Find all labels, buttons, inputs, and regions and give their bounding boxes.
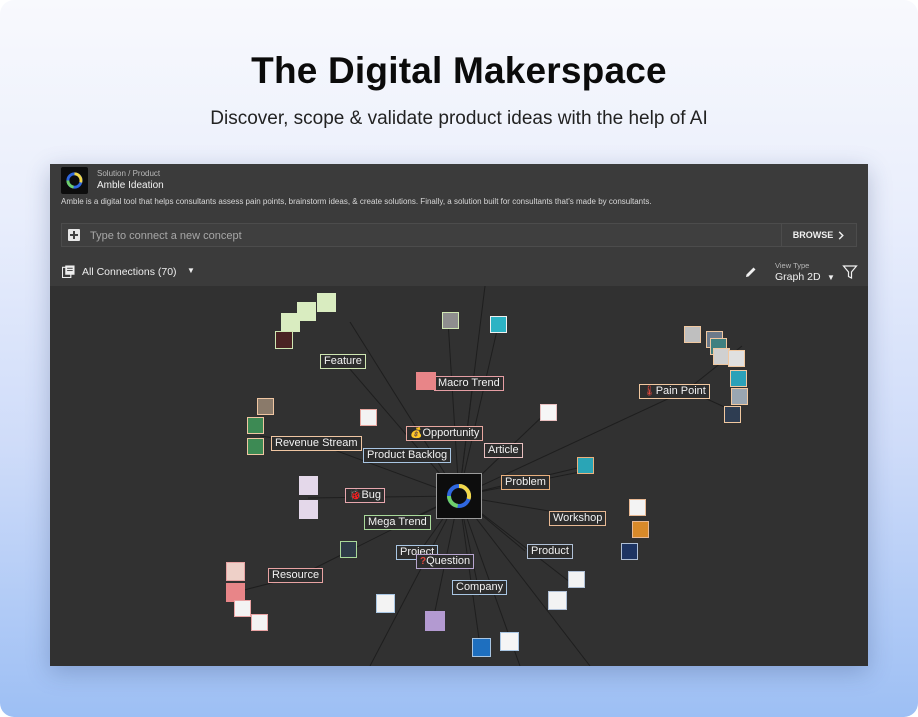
resource-thumbnail[interactable] [251,614,268,631]
problem-thumbnail[interactable] [577,457,594,474]
app-window: Solution / Product Amble Ideation Amble … [50,164,868,666]
funnel-icon[interactable] [842,264,858,280]
category-label-question[interactable]: ?Question [416,554,475,569]
macro-trend-thumbnail[interactable] [442,312,459,329]
bug-node[interactable] [299,500,318,519]
pain-point-thumbnail[interactable] [730,370,747,387]
view-type-label: View Type [775,261,810,270]
category-label-workshop[interactable]: Workshop [549,511,607,526]
macro-trend-thumbnail[interactable] [490,316,507,333]
hero-subtitle: Discover, scope & validate product ideas… [210,108,708,129]
revenue-stream-thumbnail[interactable] [247,438,264,455]
product-thumbnail[interactable] [548,591,567,610]
category-label-feature[interactable]: Feature [320,354,366,369]
pain-point-thumbnail[interactable] [728,350,745,367]
amble-logo [61,167,88,194]
workshop-thumbnail[interactable] [632,521,649,538]
article-thumbnail[interactable] [540,404,557,421]
mega-trend-thumbnail[interactable] [340,541,357,558]
library-icon [62,265,75,278]
connections-filter-dropdown[interactable]: All Connections (70) [82,266,177,278]
hero-section: The Digital Makerspace Discover, scope &… [0,0,918,717]
category-label-product[interactable]: Product [527,544,573,559]
browse-button[interactable]: BROWSE [781,224,856,246]
pain-point-thumbnail[interactable] [684,326,701,343]
app-description: Amble is a digital tool that helps consu… [61,197,652,206]
company-thumbnail[interactable] [472,638,491,657]
opportunity-label: Opportunity [422,427,480,439]
product-thumbnail[interactable] [568,571,585,588]
pain-point-thumbnail[interactable] [731,388,748,405]
category-label-problem[interactable]: Problem [501,475,550,490]
app-header: Solution / Product Amble Ideation Amble … [50,164,868,286]
pain-point-label: Pain Point [655,385,706,397]
feature-node[interactable] [275,331,293,349]
category-label-product-backlog[interactable]: Product Backlog [363,448,452,463]
category-label-mega-trend[interactable]: Mega Trend [364,515,431,530]
category-label-revenue-stream[interactable]: Revenue Stream [271,436,362,451]
category-label-article[interactable]: Article [484,443,523,458]
thermometer-icon: 🌡 [643,386,656,397]
breadcrumb[interactable]: Solution / Product [97,169,160,178]
amble-ring-icon [66,172,83,189]
pain-point-thumbnail[interactable] [724,406,741,423]
plus-icon[interactable] [68,229,80,241]
resource-thumbnail[interactable] [234,600,251,617]
chevron-right-icon [838,230,845,240]
concept-input[interactable] [88,227,782,245]
money-bag-icon: 💰 [410,428,423,439]
pencil-icon[interactable] [744,265,758,279]
revenue-stream-thumbnail[interactable] [257,398,274,415]
category-label-opportunity[interactable]: 💰Opportunity [406,426,484,441]
bug-label: Bug [361,489,382,501]
category-label-resource[interactable]: Resource [268,568,324,583]
feature-node[interactable] [281,313,300,332]
hero-title: The Digital Makerspace [251,50,667,91]
macro-trend-node[interactable] [416,372,436,390]
opportunity-thumbnail[interactable] [360,409,377,426]
category-label-macro-trend[interactable]: Macro Trend [434,376,504,391]
concept-graph[interactable]: Feature Macro Trend 🌡Pain Point 💰Opportu… [50,286,868,666]
graph-toolbar: All Connections (70) ▼ View Type Graph 2… [50,258,868,286]
central-concept-node[interactable] [436,473,482,519]
category-label-company[interactable]: Company [452,580,508,595]
workshop-thumbnail[interactable] [629,499,646,516]
feature-node[interactable] [317,293,336,312]
amble-ring-icon [447,483,472,508]
view-type-select[interactable]: Graph 2D [775,271,821,283]
category-label-pain-point[interactable]: 🌡Pain Point [639,384,710,399]
category-label-bug[interactable]: 🐞Bug [345,488,386,503]
bug-node[interactable] [299,476,318,495]
view-type-caret-icon[interactable]: ▼ [827,273,835,282]
company-thumbnail[interactable] [500,632,519,651]
app-title: Amble Ideation [97,180,164,191]
bug-icon: 🐞 [349,490,362,501]
caret-down-icon[interactable]: ▼ [187,266,195,275]
revenue-stream-thumbnail[interactable] [247,417,264,434]
question-node[interactable] [425,611,445,631]
concept-bar: BROWSE [61,223,857,247]
question-label: Question [426,555,471,567]
project-thumbnail[interactable] [376,594,395,613]
resource-thumbnail[interactable] [226,562,245,581]
workshop-thumbnail[interactable] [621,543,638,560]
browse-label: BROWSE [792,230,834,240]
